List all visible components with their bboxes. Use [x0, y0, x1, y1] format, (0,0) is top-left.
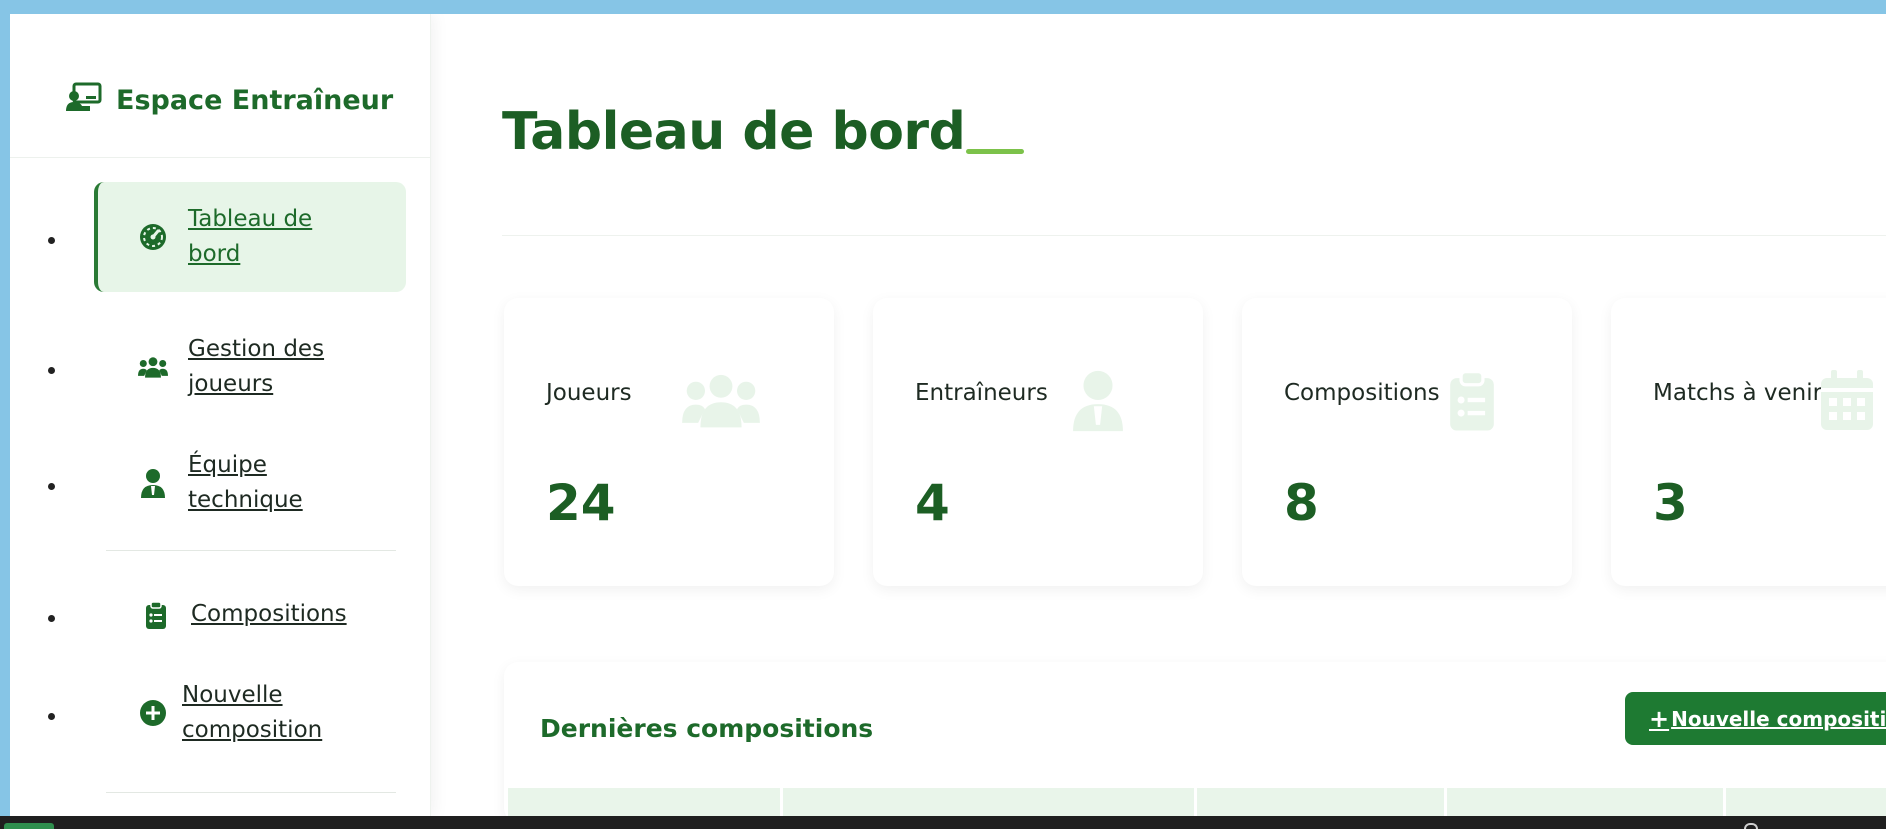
- nav-divider: [106, 550, 396, 551]
- stat-value: 24: [546, 474, 616, 532]
- column-header[interactable]: ACTIONS: [1726, 788, 1886, 816]
- title-accent: [966, 149, 1024, 154]
- divider: [502, 235, 1886, 236]
- calendar-icon: [1819, 368, 1875, 436]
- user-tie-icon: [1071, 368, 1125, 436]
- stat-card-upcoming-matches: Matchs à venir 3: [1611, 298, 1886, 586]
- stat-value: 8: [1284, 474, 1319, 532]
- sidebar-item-dashboard[interactable]: Tableau de bord: [94, 182, 406, 292]
- stat-card-coaches: Entraîneurs 4: [873, 298, 1203, 586]
- plus-icon: +: [1649, 704, 1670, 733]
- recent-compositions-panel: Dernières compositions + Nouvelle compos…: [504, 662, 1886, 816]
- label-line: technique: [188, 487, 303, 513]
- new-composition-button[interactable]: + Nouvelle composition: [1625, 692, 1886, 745]
- taskbar-app-icon[interactable]: [4, 823, 54, 829]
- app-window: Espace Entraîneur Tableau de bord Gestio…: [10, 14, 1886, 816]
- list-bullet: [48, 713, 55, 720]
- stat-label: Joueurs: [546, 380, 632, 406]
- column-header[interactable]: FORMATION: [1197, 788, 1444, 816]
- stat-card-compositions: Compositions 8: [1242, 298, 1572, 586]
- brand-title: Espace Entraîneur: [116, 84, 394, 116]
- list-bullet: [48, 237, 55, 244]
- stat-label: Compositions: [1284, 380, 1440, 406]
- sidebar-item-players[interactable]: Gestion des joueurs: [138, 332, 324, 402]
- page-title: Tableau de bord: [502, 102, 966, 162]
- column-header[interactable]: MATCH: [783, 788, 1194, 816]
- list-bullet: [48, 615, 55, 622]
- button-label: Nouvelle composition: [1671, 706, 1886, 731]
- clipboard-list-icon: [141, 600, 171, 629]
- list-bullet: [48, 483, 55, 490]
- user-tie-icon: [138, 468, 168, 498]
- clipboard-list-icon: [1448, 368, 1496, 436]
- gauge-icon: [138, 223, 168, 251]
- stat-value: 4: [915, 474, 950, 532]
- stat-value: 3: [1653, 474, 1688, 532]
- table-header: DATE MATCH FORMATION STATUT ACTIONS: [508, 788, 1886, 816]
- sidebar-item-compositions[interactable]: Compositions: [141, 597, 347, 632]
- label-line: Tableau de: [188, 206, 313, 232]
- label-line: Équipe: [188, 452, 267, 478]
- label-line: Nouvelle: [182, 682, 283, 708]
- brand[interactable]: Espace Entraîneur: [66, 80, 393, 120]
- taskbar: [0, 816, 1886, 829]
- column-header[interactable]: STATUT: [1447, 788, 1723, 816]
- sidebar: Espace Entraîneur Tableau de bord Gestio…: [10, 14, 431, 816]
- list-bullet: [48, 367, 55, 374]
- label-line: Gestion des: [188, 336, 325, 362]
- sidebar-item-label: Tableau de bord: [188, 202, 312, 272]
- stat-card-players: Joueurs 24: [504, 298, 834, 586]
- label-line: composition: [182, 717, 323, 743]
- panel-title: Dernières compositions: [540, 714, 874, 743]
- sidebar-item-new-composition[interactable]: Nouvelle composition: [138, 678, 322, 748]
- taskbar-tray-icon[interactable]: [1744, 823, 1758, 829]
- sidebar-item-label: Équipe technique: [188, 448, 303, 518]
- column-header[interactable]: DATE: [508, 788, 780, 816]
- plus-circle-icon: [138, 699, 168, 727]
- sidebar-item-label: Compositions: [191, 601, 347, 627]
- chalkboard-teacher-icon: [66, 82, 102, 119]
- sidebar-item-staff[interactable]: Équipe technique: [138, 448, 303, 518]
- stat-label: Matchs à venir: [1653, 380, 1823, 406]
- divider: [10, 157, 430, 158]
- users-icon: [138, 353, 168, 381]
- users-icon: [682, 368, 760, 436]
- nav-divider: [106, 792, 396, 793]
- label-line: joueurs: [188, 371, 274, 397]
- label-line: bord: [188, 241, 241, 267]
- sidebar-item-label: Nouvelle composition: [182, 678, 322, 748]
- stat-label: Entraîneurs: [915, 380, 1048, 406]
- sidebar-item-label: Gestion des joueurs: [188, 332, 324, 402]
